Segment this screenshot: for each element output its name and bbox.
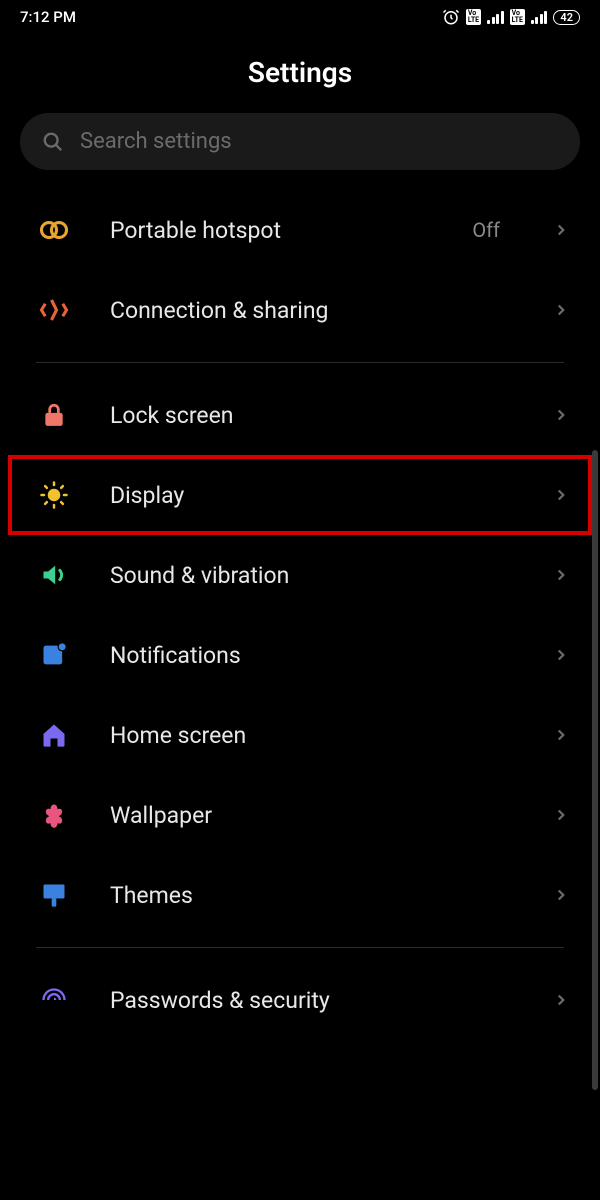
item-label: Lock screen (110, 402, 512, 429)
sun-icon (38, 479, 70, 511)
hotspot-icon (38, 214, 70, 246)
chevron-right-icon (552, 221, 570, 239)
page-title: Settings (0, 56, 600, 89)
item-display[interactable]: Display (8, 455, 592, 535)
chevron-right-icon (552, 301, 570, 319)
search-input[interactable]: Search settings (20, 113, 580, 170)
scrollbar[interactable] (592, 450, 598, 1090)
home-icon (38, 719, 70, 751)
chevron-right-icon (552, 646, 570, 664)
item-label: Portable hotspot (110, 217, 432, 244)
volte-badge-2: VoLTE (510, 9, 525, 25)
status-bar: 7:12 PM VoLTE VoLTE 42 (0, 0, 600, 34)
battery-indicator: 42 (553, 10, 580, 25)
item-passwords-security[interactable]: Passwords & security (0, 960, 600, 1040)
lock-icon (38, 399, 70, 431)
status-icons: VoLTE VoLTE 42 (442, 8, 580, 26)
signal-bars-1 (487, 10, 504, 24)
divider (36, 947, 564, 948)
item-label: Display (110, 482, 512, 509)
flower-icon (38, 799, 70, 831)
divider (36, 362, 564, 363)
settings-list: Portable hotspot Off Connection & sharin… (0, 190, 600, 1040)
item-label: Sound & vibration (110, 562, 512, 589)
notification-icon (38, 639, 70, 671)
item-label: Passwords & security (110, 987, 512, 1014)
item-label: Themes (110, 882, 512, 909)
search-icon (42, 131, 64, 153)
item-portable-hotspot[interactable]: Portable hotspot Off (0, 190, 600, 270)
alarm-icon (442, 8, 460, 26)
chevron-right-icon (552, 806, 570, 824)
chevron-right-icon (552, 566, 570, 584)
chevron-right-icon (552, 406, 570, 424)
chevron-right-icon (552, 726, 570, 744)
item-label: Notifications (110, 642, 512, 669)
item-home-screen[interactable]: Home screen (0, 695, 600, 775)
item-lock-screen[interactable]: Lock screen (0, 375, 600, 455)
item-themes[interactable]: Themes (0, 855, 600, 935)
signal-bars-2 (531, 10, 548, 24)
status-time: 7:12 PM (20, 8, 76, 26)
volte-badge-1: VoLTE (466, 9, 481, 25)
share-icon (38, 294, 70, 326)
chevron-right-icon (552, 991, 570, 1009)
item-value: Off (472, 218, 500, 242)
brush-icon (38, 879, 70, 911)
item-label: Connection & sharing (110, 297, 512, 324)
item-sound-vibration[interactable]: Sound & vibration (0, 535, 600, 615)
item-wallpaper[interactable]: Wallpaper (0, 775, 600, 855)
search-placeholder: Search settings (80, 129, 232, 154)
item-label: Wallpaper (110, 802, 512, 829)
chevron-right-icon (552, 886, 570, 904)
fingerprint-icon (38, 984, 70, 1016)
speaker-icon (38, 559, 70, 591)
chevron-right-icon (552, 486, 570, 504)
item-notifications[interactable]: Notifications (0, 615, 600, 695)
item-label: Home screen (110, 722, 512, 749)
item-connection-sharing[interactable]: Connection & sharing (0, 270, 600, 350)
